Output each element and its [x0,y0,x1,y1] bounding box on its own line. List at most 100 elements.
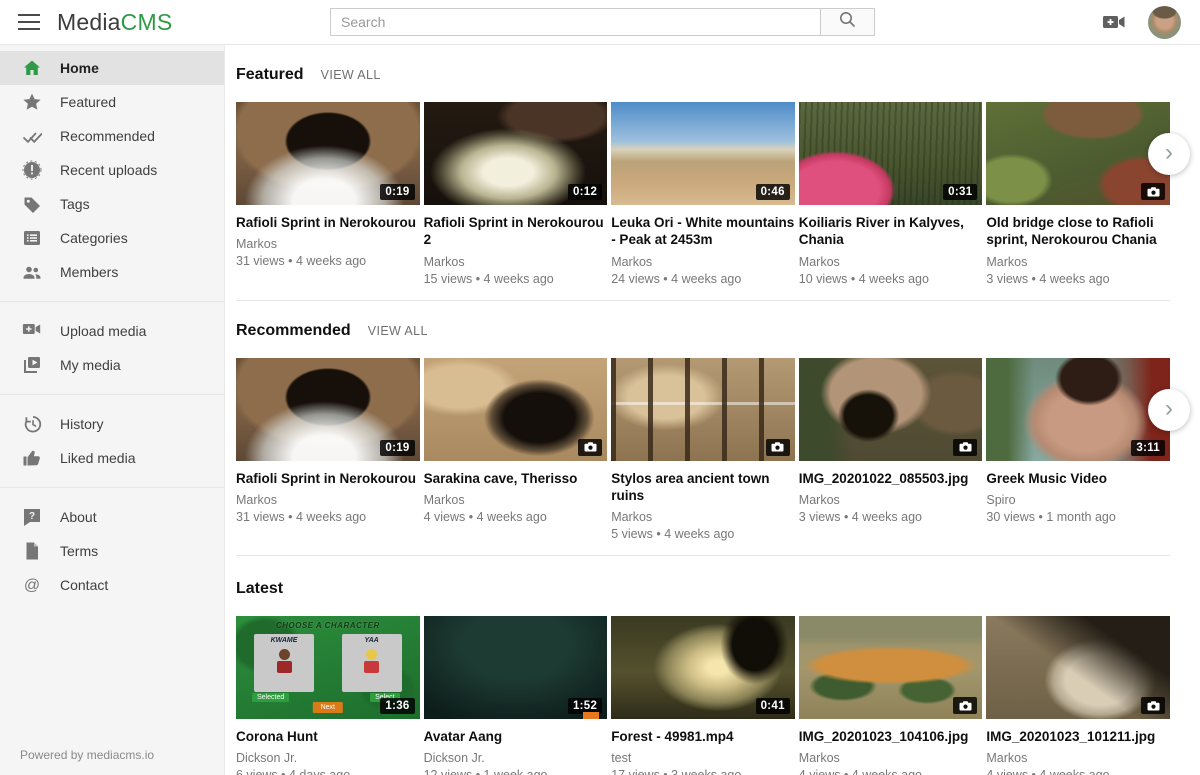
media-author[interactable]: Markos [236,493,420,507]
media-author[interactable]: Markos [986,751,1170,765]
media-title[interactable]: IMG_20201023_101211.jpg [986,728,1170,745]
sidebar-divider [0,487,224,488]
media-title[interactable]: Stylos area ancient town ruins [611,470,795,505]
video-thumbnail[interactable]: 0:41 [611,616,795,719]
media-title[interactable]: Rafioli Sprint in Nerokourou [236,214,420,231]
hamburger-menu-icon[interactable] [18,14,40,30]
sidebar-item-my-media[interactable]: My media [0,348,224,382]
video-thumbnail[interactable]: 0:19 [236,102,420,205]
search-input[interactable] [330,8,820,36]
media-author[interactable]: Dickson Jr. [424,751,608,765]
video-thumbnail[interactable]: 0:31 [799,102,983,205]
media-author[interactable]: Markos [236,237,420,251]
carousel-next-button[interactable]: › [1148,389,1190,431]
media-meta: 17 views • 3 weeks ago [611,768,795,775]
sidebar-item-home[interactable]: Home [0,51,224,85]
video-thumbnail[interactable]: 3:11 [986,358,1170,461]
media-title[interactable]: Koiliaris River in Kalyves, Chania [799,214,983,249]
sidebar-item-label: History [60,416,104,432]
media-author[interactable]: Markos [986,255,1170,269]
media-card: 1:52 Avatar Aang Dickson Jr. 12 views • … [424,616,608,775]
media-author[interactable]: Markos [799,255,983,269]
image-thumbnail[interactable] [986,616,1170,719]
media-title[interactable]: Sarakina cave, Therisso [424,470,608,487]
media-author[interactable]: Dickson Jr. [236,751,420,765]
home-icon [22,58,42,78]
thumb-character-name: YAA [342,637,402,644]
sidebar-item-label: Tags [60,196,90,212]
media-title[interactable]: IMG_20201022_085503.jpg [799,470,983,487]
media-author[interactable]: Markos [799,493,983,507]
media-title[interactable]: Leuka Ori - White mountains - Peak at 24… [611,214,795,249]
media-meta: 6 views • 4 days ago [236,768,420,775]
sidebar-item-recommended[interactable]: Recommended [0,119,224,153]
media-title[interactable]: Corona Hunt [236,728,420,745]
media-author[interactable]: test [611,751,795,765]
thumb-game-header-text: CHOOSE A CHARACTER [236,621,420,630]
media-card: IMG_20201023_104106.jpg Markos 4 views •… [799,616,983,775]
sidebar-item-recent-uploads[interactable]: Recent uploads [0,153,224,187]
sidebar-item-label: Contact [60,577,108,593]
image-thumbnail[interactable] [799,616,983,719]
sidebar-item-tags[interactable]: Tags [0,187,224,221]
thumb-character-panel: YAA [342,634,402,692]
media-title[interactable]: Forest - 49981.mp4 [611,728,795,745]
sidebar-item-featured[interactable]: Featured [0,85,224,119]
view-all-link[interactable]: VIEW ALL [321,68,381,82]
media-author[interactable]: Markos [424,493,608,507]
media-title[interactable]: Avatar Aang [424,728,608,745]
thumb-logo-chip [583,712,599,719]
media-title[interactable]: Rafioli Sprint in Nerokourou [236,470,420,487]
media-meta: 31 views • 4 weeks ago [236,254,420,268]
sidebar-item-history[interactable]: History [0,407,224,441]
media-author[interactable]: Markos [611,255,795,269]
camera-icon [953,439,977,456]
image-thumbnail[interactable] [611,358,795,461]
image-thumbnail[interactable] [424,358,608,461]
sidebar-item-upload-media[interactable]: Upload media [0,314,224,348]
image-thumbnail[interactable] [799,358,983,461]
sidebar-item-about[interactable]: ? About [0,500,224,534]
video-thumbnail[interactable]: 0:19 [236,358,420,461]
media-meta: 5 views • 4 weeks ago [611,527,795,541]
search-button[interactable] [820,8,875,36]
carousel-next-button[interactable]: › [1148,133,1190,175]
view-all-link[interactable]: VIEW ALL [368,324,428,338]
sidebar-item-terms[interactable]: Terms [0,534,224,568]
video-thumbnail[interactable]: 0:46 [611,102,795,205]
section-latest: Latest CHOOSE A CHARACTER KWAME YAA Sele… [236,580,1170,775]
magnifier-icon [838,10,857,34]
media-card: 0:19 Rafioli Sprint in Nerokourou Markos… [236,102,420,286]
sidebar-item-categories[interactable]: Categories [0,221,224,255]
user-avatar[interactable] [1148,6,1181,39]
thumb-character-figure [275,649,293,675]
media-title[interactable]: IMG_20201023_104106.jpg [799,728,983,745]
media-title[interactable]: Rafioli Sprint in Nerokourou 2 [424,214,608,249]
sidebar-item-members[interactable]: Members [0,255,224,289]
video-thumbnail[interactable]: CHOOSE A CHARACTER KWAME YAA Selected Ne… [236,616,420,719]
upload-media-button[interactable] [1102,13,1126,31]
media-title[interactable]: Old bridge close to Rafioli sprint, Nero… [986,214,1170,249]
logo[interactable]: MediaCMS [57,9,172,36]
sidebar-item-label: Upload media [60,323,146,339]
sidebar-item-liked-media[interactable]: Liked media [0,441,224,475]
media-author[interactable]: Spiro [986,493,1170,507]
media-author[interactable]: Markos [611,510,795,524]
tag-icon [22,194,42,214]
powered-by-link[interactable]: Powered by mediacms.io [20,748,154,762]
video-thumbnail[interactable]: 0:12 [424,102,608,205]
video-camera-plus-icon [22,321,42,341]
media-author[interactable]: Markos [799,751,983,765]
double-check-icon [22,126,42,146]
media-title[interactable]: Greek Music Video [986,470,1170,487]
video-thumbnail[interactable]: 1:52 [424,616,608,719]
duration-badge: 0:12 [568,184,602,200]
section-divider [236,555,1170,556]
media-meta: 31 views • 4 weeks ago [236,510,420,524]
image-thumbnail[interactable] [986,102,1170,205]
sidebar-item-contact[interactable]: @ Contact [0,568,224,602]
list-icon [22,228,42,248]
media-card: Old bridge close to Rafioli sprint, Nero… [986,102,1170,286]
media-author[interactable]: Markos [424,255,608,269]
sidebar-item-label: Members [60,264,118,280]
